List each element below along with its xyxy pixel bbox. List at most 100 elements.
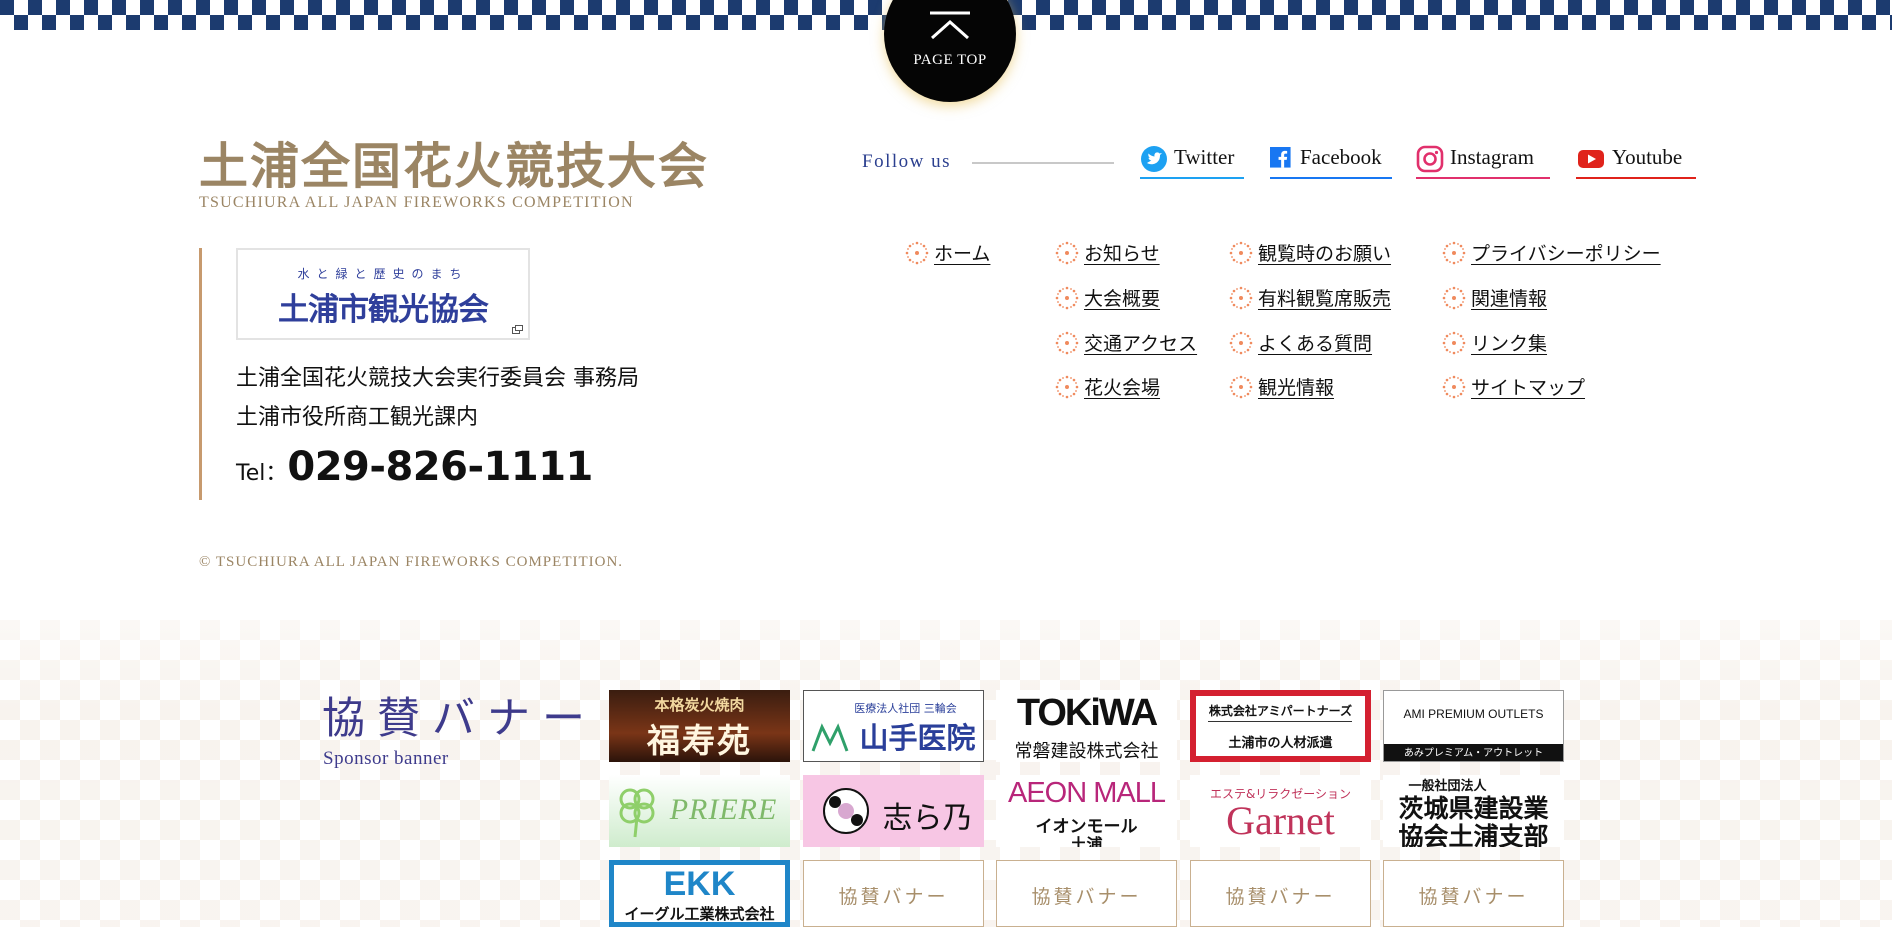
firework-bullet-icon xyxy=(1442,286,1466,309)
nav-link-privacy[interactable]: プライバシーポリシー xyxy=(1441,239,1661,266)
copyright: © TSUCHIURA ALL JAPAN FIREWORKS COMPETIT… xyxy=(199,554,624,570)
firework-bullet-icon xyxy=(1229,375,1253,398)
nav-link-home[interactable]: ホーム xyxy=(904,239,990,266)
sponsor-banner-aeon-mall[interactable]: AEON MALL イオンモール 土浦 xyxy=(996,775,1177,847)
nav-link-label: 観光情報 xyxy=(1258,377,1335,399)
instagram-link[interactable]: Instagram xyxy=(1416,145,1550,179)
firework-bullet-icon xyxy=(1055,286,1079,309)
firework-bullet-icon xyxy=(1055,375,1079,398)
sponsor-banner-fukujuen[interactable]: 本格炭火焼肉 福寿苑 xyxy=(609,690,790,762)
youtube-link[interactable]: Youtube xyxy=(1576,145,1696,179)
sponsor-banner-line2: 山手医院 xyxy=(859,721,976,755)
firework-bullet-icon xyxy=(1055,241,1079,264)
sponsor-banner-line2: Garnet xyxy=(1226,798,1335,843)
follow-divider xyxy=(972,162,1114,164)
nav-link-access[interactable]: 交通アクセス xyxy=(1054,329,1197,356)
sponsor-banner-line1: 本格炭火焼肉 xyxy=(654,696,745,714)
banner-divider xyxy=(1208,721,1352,722)
association-tagline: 水と緑と歴史のまち xyxy=(297,267,469,281)
chevron-up-icon xyxy=(930,11,970,40)
site-logo[interactable]: 土浦全国花火競技大会 TSUCHIURA ALL JAPAN FIREWORKS… xyxy=(199,136,719,212)
external-link-icon xyxy=(512,325,523,334)
sponsor-banner-tokiwa[interactable]: TOKiWA 常磐建設株式会社 xyxy=(996,690,1177,762)
sponsor-banner-line1: 株式会社アミパートナーズ xyxy=(1208,704,1353,718)
nav-link-label: 関連情報 xyxy=(1471,288,1548,310)
sponsor-banner-placeholder[interactable]: 協賛バナー xyxy=(1383,860,1564,927)
nav-link-venue[interactable]: 花火会場 xyxy=(1054,373,1160,400)
sponsor-banner-line2: あみプレミアム・アウトレット xyxy=(1403,748,1544,759)
sponsor-banner-line2: 土浦市の人材派遣 xyxy=(1228,736,1333,751)
sponsor-banner-priere[interactable]: PRIERE xyxy=(609,775,790,847)
youtube-label: Youtube xyxy=(1612,145,1683,169)
sponsor-banner-amipartners[interactable]: 株式会社アミパートナーズ 土浦市の人材派遣 xyxy=(1190,690,1371,762)
sponsor-banner-ekk[interactable]: EKK イーグル工業株式会社 xyxy=(609,860,790,927)
youtube-underline xyxy=(1576,177,1696,179)
association-name: 土浦市観光協会 xyxy=(278,292,489,328)
sponsor-banner-placeholder[interactable]: 協賛バナー xyxy=(996,860,1177,927)
instagram-label: Instagram xyxy=(1450,145,1534,169)
nav-link-faq[interactable]: よくある質問 xyxy=(1228,329,1372,356)
nav-link-label: お知らせ xyxy=(1084,243,1160,265)
sponsor-banner-ibaraki-construction[interactable]: 一般社団法人 茨城県建設業 協会土浦支部 xyxy=(1383,775,1564,847)
nav-link-viewing-requests[interactable]: 観覧時のお願い xyxy=(1228,239,1391,266)
sponsor-banner-line2: 福寿苑 xyxy=(647,721,752,760)
firework-bullet-icon xyxy=(1442,331,1466,354)
firework-bullet-icon xyxy=(1055,331,1079,354)
sponsor-banner-line1: AMI PREMIUM OUTLETS xyxy=(1403,707,1544,721)
firework-bullet-icon xyxy=(1229,241,1253,264)
facebook-icon xyxy=(1270,147,1291,168)
sponsor-banner-placeholder[interactable]: 協賛バナー xyxy=(803,860,984,927)
sponsor-title: 協賛バナー xyxy=(322,694,597,744)
sponsor-subtitle: Sponsor banner xyxy=(323,748,449,769)
sponsor-banner-garnet[interactable]: エステ&リラクゼーション Garnet xyxy=(1190,775,1371,847)
nav-link-label: リンク集 xyxy=(1471,333,1548,355)
nav-link-related[interactable]: 関連情報 xyxy=(1441,284,1547,311)
nav-link-label: ホーム xyxy=(934,243,991,265)
nav-link-links[interactable]: リンク集 xyxy=(1441,329,1547,356)
sponsor-banner-ami-outlets[interactable]: AMI PREMIUM OUTLETS あみプレミアム・アウトレット xyxy=(1383,690,1564,762)
sponsor-banner-yamate[interactable]: 医療法人社団 三輪会 山手医院 xyxy=(803,690,984,762)
nav-link-label: 交通アクセス xyxy=(1084,333,1198,355)
sponsor-banner-line2: イーグル工業株式会社 xyxy=(624,905,775,923)
nav-link-label: プライバシーポリシー xyxy=(1471,243,1661,265)
facebook-link[interactable]: Facebook xyxy=(1270,145,1392,179)
sponsor-banner-line1: EKK xyxy=(663,865,736,903)
nav-link-label: よくある質問 xyxy=(1258,333,1373,355)
nav-link-overview[interactable]: 大会概要 xyxy=(1054,284,1160,311)
nav-link-news[interactable]: お知らせ xyxy=(1054,239,1160,266)
firework-bullet-icon xyxy=(1229,331,1253,354)
page-top-button[interactable]: PAGE TOP xyxy=(884,0,1016,102)
office-info: 水と緑と歴史のまち 土浦市観光協会 土浦全国花火競技大会実行委員会 事務局 土浦… xyxy=(199,248,722,500)
nav-link-tourism[interactable]: 観光情報 xyxy=(1228,373,1334,400)
sponsor-banner-line3: 土浦 xyxy=(1070,835,1103,847)
nav-link-paid-seats[interactable]: 有料観覧席販売 xyxy=(1228,284,1391,311)
sponsor-banner-line1: 志ら乃 xyxy=(882,801,973,836)
twitter-link[interactable]: Twitter xyxy=(1140,145,1244,179)
firework-bullet-icon xyxy=(905,241,929,264)
sponsor-banner-line1: TOKiWA xyxy=(1016,692,1158,734)
telephone: Tel：029-826-1111 xyxy=(236,444,593,490)
tel-label: Tel： xyxy=(236,461,288,486)
sponsor-banner-line1: 医療法人社団 三輪会 xyxy=(854,702,957,715)
tel-number[interactable]: 029-826-1111 xyxy=(287,444,593,490)
facebook-label: Facebook xyxy=(1300,145,1382,169)
tourism-association-banner[interactable]: 水と緑と歴史のまち 土浦市観光協会 xyxy=(236,248,530,340)
twitter-label: Twitter xyxy=(1174,145,1235,169)
firework-bullet-icon xyxy=(1229,286,1253,309)
nav-link-label: サイトマップ xyxy=(1471,377,1586,399)
page-top-label: PAGE TOP xyxy=(913,52,987,68)
follow-us-label: Follow us xyxy=(862,151,951,172)
sponsor-banner-placeholder[interactable]: 協賛バナー xyxy=(1190,860,1371,927)
sponsor-banner-shirano[interactable]: 志ら乃 xyxy=(803,775,984,847)
nav-link-sitemap[interactable]: サイトマップ xyxy=(1441,373,1585,400)
nav-link-label: 有料観覧席販売 xyxy=(1258,288,1392,310)
nav-link-label: 観覧時のお願い xyxy=(1258,243,1392,265)
firework-bullet-icon xyxy=(1442,241,1466,264)
firework-bullet-icon xyxy=(1442,375,1466,398)
site-title-en: TSUCHIURA ALL JAPAN FIREWORKS COMPETITIO… xyxy=(199,194,634,211)
twitter-underline xyxy=(1140,177,1244,179)
site-title-jp: 土浦全国花火競技大会 xyxy=(199,137,710,195)
sponsor-banner-line2: 常磐建設株式会社 xyxy=(1014,741,1159,762)
sponsor-banner-line1: PRIERE xyxy=(669,793,778,826)
instagram-underline xyxy=(1416,177,1550,179)
